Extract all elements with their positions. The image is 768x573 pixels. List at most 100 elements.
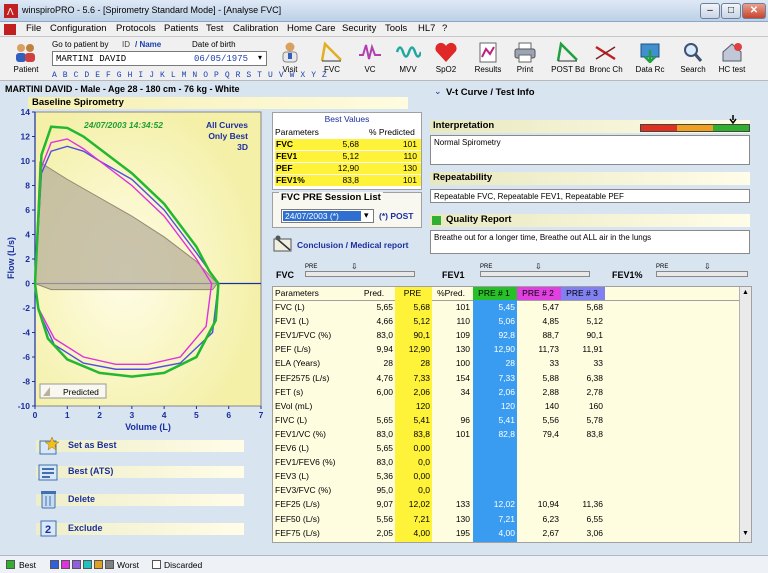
best-value-value: 83,8 <box>342 175 359 185</box>
menu-patients[interactable]: Patients <box>164 23 198 34</box>
trash-icon <box>41 491 56 509</box>
menu-home-care[interactable]: Home Care <box>287 23 336 34</box>
visit-button[interactable]: Visit <box>270 39 310 79</box>
pct-pred-value <box>432 401 470 413</box>
predicted-legend-label: Predicted <box>63 387 99 397</box>
3d-toggle[interactable]: 3D <box>237 142 248 152</box>
exclude-button[interactable]: Exclude <box>36 523 244 535</box>
session-selected-value: 24/07/2003 (*) <box>283 211 361 221</box>
fvc-button[interactable]: FVC <box>312 39 352 79</box>
pre3-value: 2,78 <box>586 386 603 397</box>
svg-text:2: 2 <box>45 524 51 536</box>
best-value-pct: 101 <box>402 175 417 185</box>
maximize-button[interactable]: □ <box>721 3 741 19</box>
worst-legend-swatch <box>105 560 114 569</box>
goto-name-label[interactable]: / Name <box>135 40 161 49</box>
column-header[interactable]: Parameters <box>275 288 355 300</box>
menu-hl7[interactable]: HL7 <box>418 23 435 34</box>
column-header[interactable]: PRE # 2 <box>517 288 559 300</box>
param-name: FEF2575 (L/s) <box>275 372 330 383</box>
dob-value: 06/05/1975 <box>194 54 249 64</box>
menu-tools[interactable]: Tools <box>385 23 407 34</box>
discarded-legend-label: Discarded <box>164 560 203 570</box>
param-name: FEF25 (L/s) <box>275 499 320 510</box>
best-value-name: FVC <box>276 139 293 149</box>
column-header[interactable]: Pred. <box>355 288 393 300</box>
pre-value: 0,00 <box>413 443 430 453</box>
x-tick-label: 0 <box>33 410 38 420</box>
pre1-value: 28 <box>505 358 515 369</box>
scroll-up-icon[interactable]: ▲ <box>742 289 749 296</box>
parameters-table: Parameters Pred. PRE %Pred. PRE # 1 PRE # 2 PR… <box>272 286 752 543</box>
close-button[interactable]: ✕ <box>742 3 766 19</box>
session-dropdown-icon[interactable]: ▾ <box>364 210 369 221</box>
fev1-gauge-pointer-icon: ⇩ <box>535 262 542 271</box>
column-header[interactable]: PRE # 1 <box>473 288 515 300</box>
set-as-best-button[interactable]: Set as Best <box>36 440 244 452</box>
vt-curve-title[interactable]: V-t Curve / Test Info <box>446 87 535 98</box>
pred-value: 5,65 <box>376 302 393 312</box>
menu-security[interactable]: Security <box>342 23 376 34</box>
best-ats-button[interactable]: Best (ATS) <box>36 466 244 478</box>
gauge-orange <box>677 125 713 131</box>
pre1-value: 2,06 <box>498 386 515 397</box>
column-header[interactable]: PRE # 3 <box>561 288 603 300</box>
pre1-value: 120 <box>500 400 515 411</box>
patient-dropdown-icon[interactable]: ▾ <box>258 53 262 62</box>
quality-title: Quality Report <box>446 214 512 225</box>
bronc-ch-button[interactable]: Bronc Ch <box>586 39 626 79</box>
menu-file[interactable]: File <box>26 23 41 34</box>
pred-value: 83,0 <box>376 428 393 439</box>
flow-volume-chart: 14 12 10 8 6 4 2 0 -2 -4 -6 -8 -10 0 1 2 3 4 5 6 7 24/07/200… <box>0 107 270 433</box>
menu-configuration[interactable]: Configuration <box>50 23 107 34</box>
param-name: FET (s) <box>275 386 304 397</box>
conclusion-button[interactable]: Conclusion / Medical report <box>272 234 422 254</box>
pre2-value <box>517 471 559 483</box>
app-menu-icon[interactable] <box>4 24 16 35</box>
title-bar: Ʌ winspiroPRO - 5.6 - [Spirometry Standa… <box>0 0 768 22</box>
minimize-button[interactable]: – <box>700 3 720 19</box>
goto-id-label[interactable]: ID <box>122 40 130 49</box>
session-select[interactable]: 24/07/2003 (*) ▾ <box>281 209 374 223</box>
all-curves-toggle[interactable]: All Curves <box>206 120 248 130</box>
print-button[interactable]: Print <box>505 39 545 79</box>
pre-value: 4,00 <box>413 527 430 538</box>
data-rc-button[interactable]: Data Rc <box>630 39 670 79</box>
table-scrollbar[interactable]: ▲ ▼ <box>739 287 751 542</box>
scroll-down-icon[interactable]: ▼ <box>742 530 749 537</box>
pre3-value <box>561 485 603 497</box>
post-bd-button[interactable]: POST Bd <box>548 39 588 79</box>
medical-report-icon <box>273 235 292 252</box>
repeatability-title: Repeatability <box>433 172 493 183</box>
best-values-title: Best Values <box>324 114 370 124</box>
set-best-icon <box>39 436 60 455</box>
vc-button[interactable]: VC <box>350 39 390 79</box>
only-best-toggle[interactable]: Only Best <box>208 131 248 141</box>
best-legend-swatch <box>6 560 15 569</box>
column-header[interactable]: PRE <box>395 288 430 300</box>
search-button[interactable]: Search <box>673 39 713 79</box>
pre-value: 28 <box>420 358 430 369</box>
mvv-button[interactable]: MVV <box>388 39 428 79</box>
spo2-button[interactable]: SpO2 <box>426 39 466 79</box>
x-axis-label: Volume (L) <box>125 422 171 432</box>
hc-test-button[interactable]: HC test <box>712 39 752 79</box>
column-header[interactable]: %Pred. <box>432 288 470 300</box>
menu-calibration[interactable]: Calibration <box>233 23 278 34</box>
patient-button[interactable]: Patient <box>6 39 46 79</box>
menu-test[interactable]: Test <box>206 23 223 34</box>
legend-swatch-cyan <box>83 560 92 569</box>
menu-protocols[interactable]: Protocols <box>116 23 156 34</box>
fev1-gauge-bar <box>480 271 590 277</box>
menu-help[interactable]: ? <box>442 23 447 34</box>
patient-name-input[interactable]: MARTINI DAVID 06/05/1975 ▾ <box>52 51 267 66</box>
patient-name-value: MARTINI DAVID <box>56 54 127 64</box>
app-icon: Ʌ <box>4 4 18 18</box>
delete-button[interactable]: Delete <box>36 494 244 506</box>
pct-pred-value: 109 <box>455 330 470 341</box>
pre1-value: 12,02 <box>493 499 515 510</box>
results-button[interactable]: Results <box>468 39 508 79</box>
exclude-icon: 2 <box>40 520 57 537</box>
quality-box: Breathe out for a longer time, Breathe o… <box>430 230 750 254</box>
vt-collapse-icon[interactable]: ⌄ <box>434 86 442 97</box>
